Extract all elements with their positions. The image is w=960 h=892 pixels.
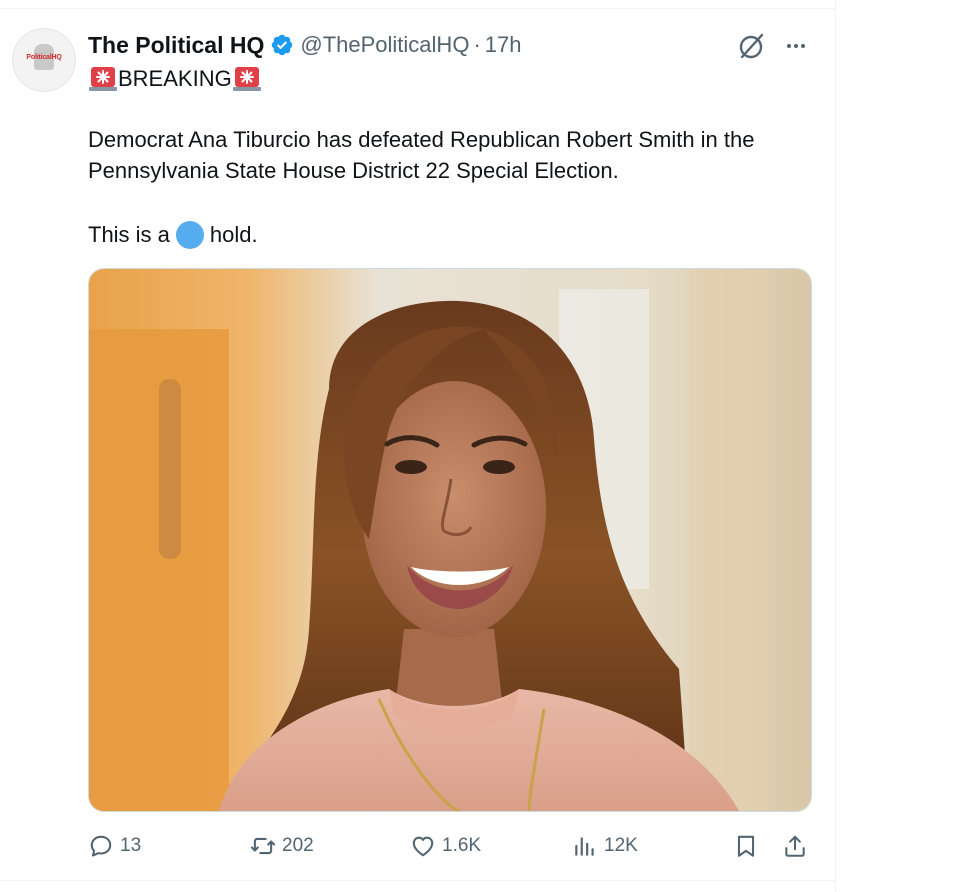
post-timestamp[interactable]: 17h [485,32,522,58]
repost-button[interactable]: 202 [250,828,314,864]
time-separator: · [473,32,481,57]
siren-icon [232,64,262,94]
share-icon [785,835,805,857]
post-photo[interactable] [88,268,812,812]
views-chart-icon [575,837,594,856]
like-button[interactable]: 1.6K [410,828,481,864]
author-handle[interactable]: @ThePoliticalHQ [300,32,469,58]
author-display-name[interactable]: The Political HQ [88,32,264,59]
top-divider [0,8,835,9]
repost-count: 202 [282,835,314,856]
views-button[interactable]: 12K [572,828,638,864]
hold-suffix: hold. [209,222,258,247]
post-body: Democrat Ana Tiburcio has defeated Repub… [88,124,818,186]
avatar-logo: PoliticalHQ [22,42,66,78]
avatar-logo-text: PoliticalHQ [26,54,62,61]
breaking-label: BREAKING [118,66,232,91]
heart-icon [412,836,434,857]
more-options-icon[interactable] [780,30,812,62]
siren-icon [88,64,118,94]
post-body-text: Democrat Ana Tiburcio has defeated Repub… [88,127,755,183]
post-actions-bar: 13 202 1.6K 12K [88,828,810,864]
breaking-line: BREAKING [88,62,262,96]
views-count: 12K [604,835,638,856]
bottom-divider [0,880,835,881]
grok-icon[interactable] [736,30,768,62]
verified-badge-icon[interactable] [270,33,294,57]
hold-prefix: This is a [88,222,170,247]
like-count: 1.6K [442,835,482,856]
bookmark-button[interactable] [733,828,759,864]
repost-icon [250,837,276,855]
reply-count: 13 [120,835,142,856]
timeline-right-border [835,0,836,892]
blue-circle-emoji-icon [175,221,204,249]
post-header: The Political HQ @ThePoliticalHQ · 17h [88,30,521,60]
portrait-photo-icon [89,269,811,811]
hold-line: This is a hold. [88,218,258,252]
bookmark-icon [737,835,755,857]
reply-button[interactable]: 13 [88,828,141,864]
share-button[interactable] [782,828,808,864]
reply-icon [90,835,112,857]
avatar[interactable]: PoliticalHQ [12,28,76,92]
